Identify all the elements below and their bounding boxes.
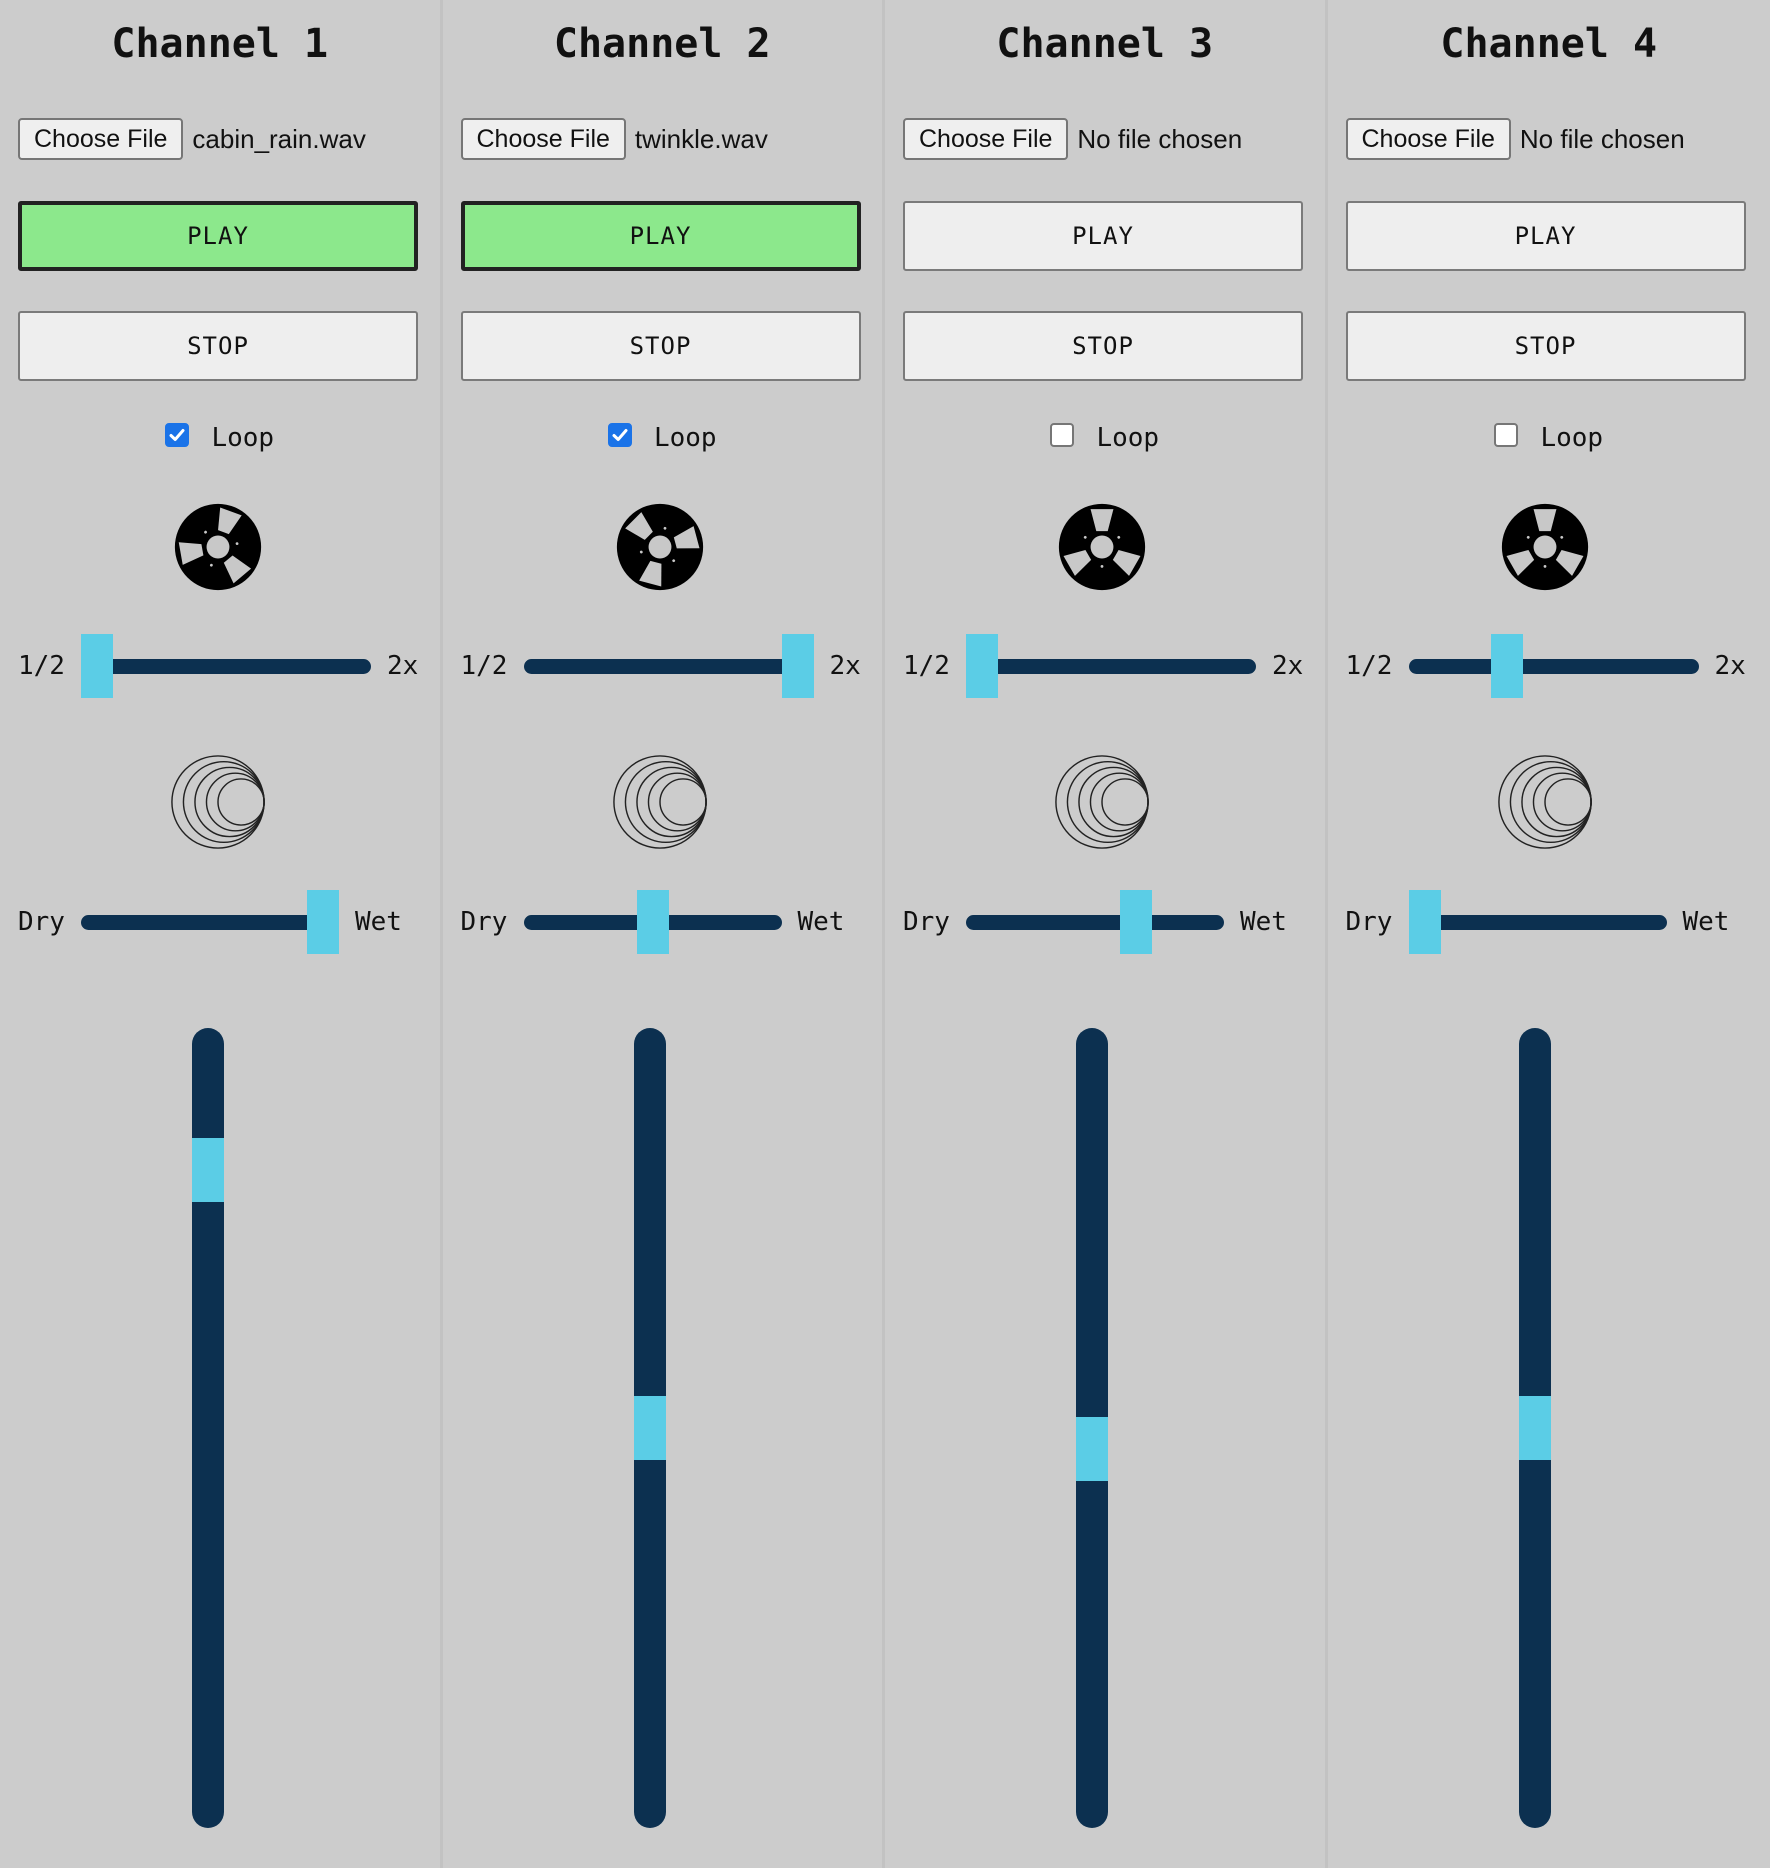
loop-checkbox[interactable] — [165, 423, 190, 447]
stop-button[interactable]: STOP — [1345, 311, 1746, 381]
reverb-slider-track[interactable] — [1408, 915, 1667, 930]
choose-file-button[interactable]: Choose File — [460, 118, 626, 160]
file-picker: Choose File No file chosen — [903, 118, 1242, 160]
speed-slider-track[interactable] — [523, 659, 814, 674]
stop-button[interactable]: STOP — [460, 311, 861, 381]
file-picker: Choose File twinkle.wav — [460, 118, 768, 160]
channel-title: Channel 3 — [996, 21, 1214, 67]
loop-label: Loop — [653, 423, 717, 453]
file-picker: Choose File No file chosen — [1345, 118, 1685, 160]
speed-min-label: 1/2 — [460, 651, 508, 681]
reverb-dry-label: Dry — [18, 907, 65, 937]
volume-fader-track[interactable] — [1076, 1028, 1108, 1828]
loop-control: Loop — [443, 418, 883, 458]
loop-checkbox[interactable] — [1494, 423, 1519, 447]
file-name-label: No file chosen — [1519, 123, 1685, 154]
channel-strip-2: Channel 2 Choose File twinkle.wav PLAY S… — [443, 0, 885, 1868]
loop-checkbox[interactable] — [1050, 423, 1075, 447]
speed-slider: 1/2 2x — [18, 634, 428, 698]
loop-label: Loop — [1540, 423, 1604, 453]
reverb-slider: Dry Wet — [1346, 890, 1756, 954]
speed-slider-track[interactable] — [966, 659, 1256, 674]
speed-min-label: 1/2 — [18, 651, 65, 681]
reverb-rings-icon — [1055, 755, 1149, 849]
stop-button[interactable]: STOP — [18, 311, 418, 381]
file-picker: Choose File cabin_rain.wav — [18, 118, 366, 160]
reverb-wet-label: Wet — [355, 907, 402, 937]
channel-strip-3: Channel 3 Choose File No file chosen PLA… — [885, 0, 1328, 1868]
loop-checkbox[interactable] — [607, 423, 632, 447]
reverb-rings-icon — [1497, 755, 1592, 849]
speed-slider: 1/2 2x — [461, 634, 871, 698]
channel-title: Channel 4 — [1440, 21, 1658, 67]
reverb-rings-icon — [171, 755, 265, 849]
play-button[interactable]: PLAY — [460, 201, 861, 271]
reverb-wet-label: Wet — [797, 907, 845, 937]
file-name-label: twinkle.wav — [634, 123, 768, 154]
tape-reel-icon — [616, 503, 703, 591]
play-button[interactable]: PLAY — [18, 201, 418, 271]
reverb-slider-thumb[interactable] — [307, 890, 339, 954]
reverb-slider-track[interactable] — [966, 915, 1224, 930]
reverb-rings-icon — [612, 755, 707, 849]
choose-file-button[interactable]: Choose File — [903, 118, 1069, 160]
reverb-slider: Dry Wet — [461, 890, 871, 954]
volume-fader-thumb[interactable] — [192, 1138, 224, 1203]
reverb-slider: Dry Wet — [903, 890, 1313, 954]
reverb-slider-thumb[interactable] — [1408, 890, 1441, 954]
speed-slider-thumb[interactable] — [781, 634, 814, 698]
loop-label: Loop — [1096, 423, 1160, 453]
choose-file-button[interactable]: Choose File — [1345, 118, 1511, 160]
loop-control: Loop — [885, 418, 1325, 458]
speed-slider-thumb[interactable] — [966, 634, 998, 698]
speed-max-label: 2x — [1272, 651, 1304, 681]
volume-fader-thumb[interactable] — [1076, 1416, 1108, 1481]
volume-fader-thumb[interactable] — [633, 1396, 666, 1460]
checkmark-icon — [612, 429, 628, 441]
speed-min-label: 1/2 — [1345, 651, 1393, 681]
reverb-dry-label: Dry — [460, 907, 508, 937]
checkmark-icon — [169, 429, 185, 441]
loop-label: Loop — [211, 423, 275, 453]
reverb-slider-thumb[interactable] — [1119, 890, 1152, 954]
speed-slider-thumb[interactable] — [81, 634, 113, 698]
play-button[interactable]: PLAY — [1345, 201, 1746, 271]
tape-reel-icon — [174, 503, 262, 591]
channel-strip-1: Channel 1 Choose File cabin_rain.wav PLA… — [0, 0, 443, 1868]
speed-min-label: 1/2 — [903, 651, 950, 681]
file-name-label: cabin_rain.wav — [192, 123, 366, 154]
file-name-label: No file chosen — [1077, 123, 1243, 154]
play-button[interactable]: PLAY — [903, 201, 1303, 271]
loop-control: Loop — [0, 418, 440, 458]
tape-reel-icon — [1058, 503, 1146, 591]
reverb-slider-track[interactable] — [81, 915, 339, 930]
speed-slider-thumb[interactable] — [1491, 634, 1524, 698]
channel-title: Channel 2 — [553, 21, 771, 67]
volume-fader-thumb[interactable] — [1518, 1396, 1551, 1460]
channel-title: Channel 1 — [111, 21, 329, 67]
volume-fader-track[interactable] — [633, 1028, 666, 1828]
speed-slider-track[interactable] — [81, 659, 371, 674]
reverb-wet-label: Wet — [1682, 907, 1730, 937]
channel-strip-4: Channel 4 Choose File No file chosen PLA… — [1328, 0, 1770, 1868]
stop-button[interactable]: STOP — [903, 311, 1303, 381]
choose-file-button[interactable]: Choose File — [18, 118, 184, 160]
speed-slider-track[interactable] — [1408, 659, 1699, 674]
loop-control: Loop — [1328, 418, 1770, 458]
speed-slider: 1/2 2x — [903, 634, 1313, 698]
speed-max-label: 2x — [1714, 651, 1746, 681]
reverb-dry-label: Dry — [1345, 907, 1393, 937]
speed-slider: 1/2 2x — [1346, 634, 1756, 698]
volume-fader-track[interactable] — [192, 1028, 224, 1828]
speed-max-label: 2x — [387, 651, 419, 681]
volume-fader-track[interactable] — [1518, 1028, 1551, 1828]
mixer: Channel 1 Choose File cabin_rain.wav PLA… — [0, 0, 1770, 1868]
speed-max-label: 2x — [829, 651, 861, 681]
reverb-slider-thumb[interactable] — [636, 890, 669, 954]
reverb-slider: Dry Wet — [18, 890, 428, 954]
reverb-dry-label: Dry — [903, 907, 950, 937]
tape-reel-icon — [1501, 503, 1588, 591]
reverb-wet-label: Wet — [1240, 907, 1287, 937]
